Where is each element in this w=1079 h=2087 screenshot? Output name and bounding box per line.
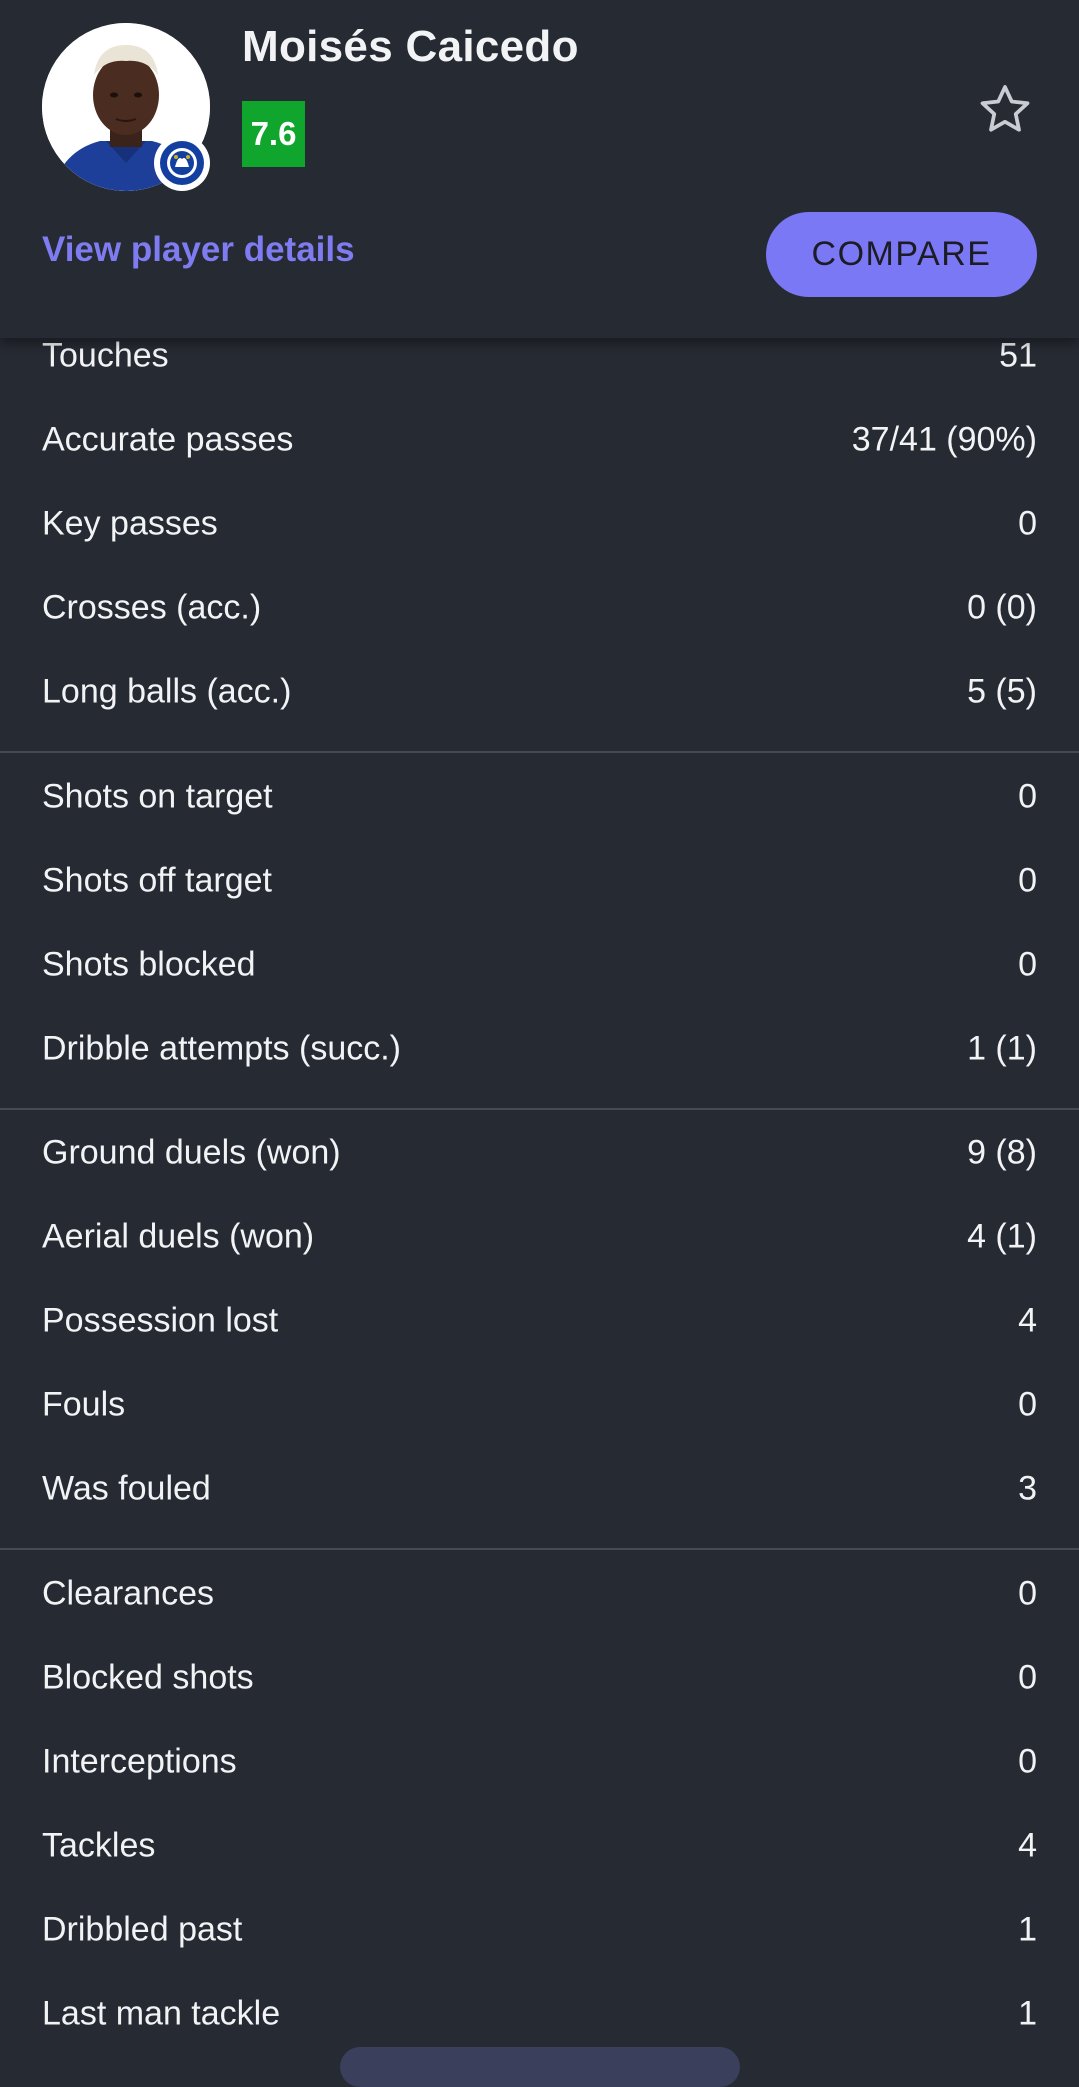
stat-row-dribble-attempts: Dribble attempts (succ.) 1 (1) <box>0 1007 1079 1091</box>
stat-label: Touches <box>42 336 169 375</box>
stat-row-clearances: Clearances 0 <box>0 1552 1079 1636</box>
stat-row-possession-lost: Possession lost 4 <box>0 1279 1079 1363</box>
stat-row-crosses: Crosses (acc.) 0 (0) <box>0 566 1079 650</box>
stat-label: Last man tackle <box>42 1994 281 2033</box>
stat-value: 4 <box>1018 1301 1037 1340</box>
stat-row-fouls: Fouls 0 <box>0 1363 1079 1447</box>
stat-value: 0 (0) <box>967 588 1037 627</box>
stat-label: Long balls (acc.) <box>42 672 292 711</box>
section-divider <box>0 1108 1079 1110</box>
player-name: Moisés Caicedo <box>242 22 579 71</box>
stat-row-tackles: Tackles 4 <box>0 1804 1079 1888</box>
stat-value: 4 <box>1018 1826 1037 1865</box>
stat-label: Shots off target <box>42 861 272 900</box>
stat-value: 1 <box>1018 1994 1037 2033</box>
stat-row-shots-blocked: Shots blocked 0 <box>0 923 1079 1007</box>
stat-label: Was fouled <box>42 1469 211 1508</box>
stat-value: 0 <box>1018 1574 1037 1613</box>
bottom-sheet-handle[interactable] <box>340 2047 740 2087</box>
star-outline-icon[interactable] <box>975 80 1035 140</box>
section-divider <box>0 1548 1079 1550</box>
stat-label: Accurate passes <box>42 420 294 459</box>
compare-button[interactable]: COMPARE <box>766 212 1037 297</box>
stat-row-long-balls: Long balls (acc.) 5 (5) <box>0 650 1079 734</box>
stat-label: Crosses (acc.) <box>42 588 262 627</box>
stat-row-last-man-tackle: Last man tackle 1 <box>0 1972 1079 2056</box>
stat-row-shots-on-target: Shots on target 0 <box>0 755 1079 839</box>
stat-value: 4 (1) <box>967 1217 1037 1256</box>
stat-label: Ground duels (won) <box>42 1133 341 1172</box>
stat-label: Blocked shots <box>42 1658 254 1697</box>
stat-label: Aerial duels (won) <box>42 1217 315 1256</box>
rating-badge: 7.6 <box>242 101 305 167</box>
view-player-details-link[interactable]: View player details <box>42 230 355 270</box>
stat-label: Key passes <box>42 504 218 543</box>
stat-label: Fouls <box>42 1385 126 1424</box>
stat-value: 3 <box>1018 1469 1037 1508</box>
stat-label: Dribbled past <box>42 1910 243 1949</box>
section-divider <box>0 751 1079 753</box>
stat-label: Interceptions <box>42 1742 237 1781</box>
stat-row-interceptions: Interceptions 0 <box>0 1720 1079 1804</box>
stat-value: 0 <box>1018 1658 1037 1697</box>
stat-row-shots-off-target: Shots off target 0 <box>0 839 1079 923</box>
stat-value: 5 (5) <box>967 672 1037 711</box>
stat-row-accurate-passes: Accurate passes 37/41 (90%) <box>0 398 1079 482</box>
stat-value: 9 (8) <box>967 1133 1037 1172</box>
stat-label: Shots on target <box>42 777 273 816</box>
stat-value: 0 <box>1018 861 1037 900</box>
chelsea-crest-icon <box>154 135 210 191</box>
stat-value: 1 (1) <box>967 1029 1037 1068</box>
stat-row-key-passes: Key passes 0 <box>0 482 1079 566</box>
stat-label: Clearances <box>42 1574 214 1613</box>
stat-row-dribbled-past: Dribbled past 1 <box>0 1888 1079 1972</box>
stat-value: 37/41 (90%) <box>851 420 1037 459</box>
stat-row-was-fouled: Was fouled 3 <box>0 1447 1079 1531</box>
stat-label: Possession lost <box>42 1301 279 1340</box>
stat-value: 0 <box>1018 1742 1037 1781</box>
stat-value: 1 <box>1018 1910 1037 1949</box>
player-header: Moisés Caicedo 7.6 View player details C… <box>0 0 1079 338</box>
stat-value: 0 <box>1018 1385 1037 1424</box>
stat-row-blocked-shots: Blocked shots 0 <box>0 1636 1079 1720</box>
stat-label: Tackles <box>42 1826 156 1865</box>
stat-label: Dribble attempts (succ.) <box>42 1029 401 1068</box>
stat-value: 0 <box>1018 777 1037 816</box>
stat-label: Shots blocked <box>42 945 256 984</box>
stat-value: 0 <box>1018 945 1037 984</box>
stat-row-ground-duels: Ground duels (won) 9 (8) <box>0 1111 1079 1195</box>
stat-row-aerial-duels: Aerial duels (won) 4 (1) <box>0 1195 1079 1279</box>
stat-value: 0 <box>1018 504 1037 543</box>
stat-value: 51 <box>999 336 1037 375</box>
